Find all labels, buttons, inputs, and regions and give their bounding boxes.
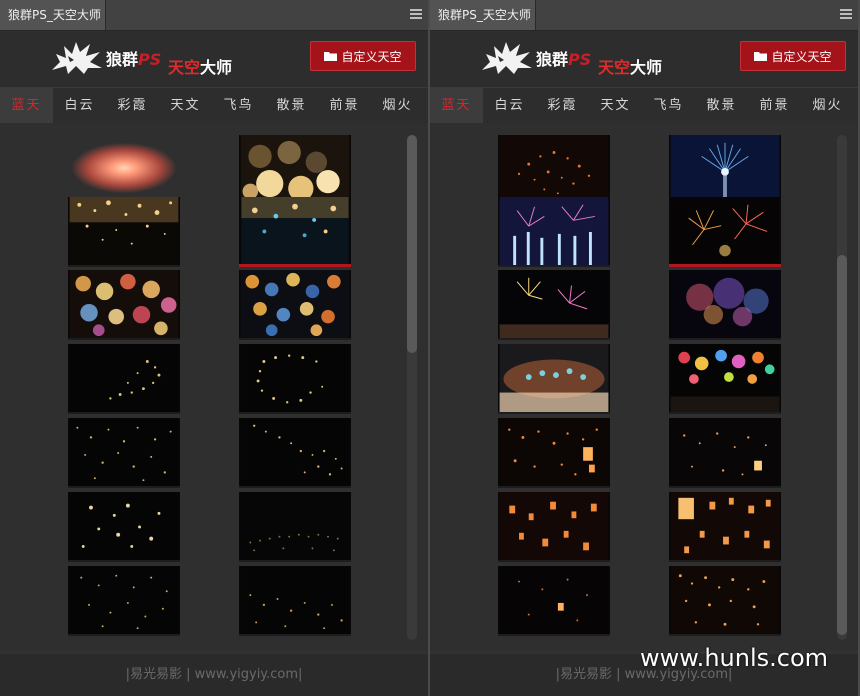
left-panel: 狼群PS_天空大师 狼群PS 天空大师 自定义天空 蓝天 白云 彩霞 天文 飞鸟…: [0, 0, 428, 696]
scrollbar[interactable]: [837, 135, 847, 640]
thumbnail[interactable]: [669, 270, 781, 340]
footer-credit: |易光易影 | www.yigyiy.com|: [0, 654, 428, 696]
thumbnail[interactable]: [669, 135, 781, 205]
thumbnail[interactable]: [498, 566, 610, 636]
brand-bar: 狼群PS 天空大师 自定义天空: [430, 31, 858, 87]
thumbnail[interactable]: [68, 418, 180, 488]
panel-menu-icon[interactable]: [410, 9, 422, 21]
thumbnail[interactable]: [239, 418, 351, 488]
thumbnail[interactable]: [498, 270, 610, 340]
thumbnail[interactable]: [239, 492, 351, 562]
right-panel: 狼群PS_天空大师 狼群PS 天空大师 自定义天空 蓝天 白云 彩霞 天文 飞鸟…: [430, 0, 858, 696]
panel-menu-icon[interactable]: [840, 9, 852, 21]
panel-tab[interactable]: 狼群PS_天空大师: [0, 0, 106, 30]
tab-rosy-cloud[interactable]: 彩霞: [536, 88, 589, 124]
tab-blue-sky[interactable]: 蓝天: [430, 88, 483, 124]
tab-astronomy[interactable]: 天文: [159, 88, 212, 124]
tab-birds[interactable]: 飞鸟: [642, 88, 695, 124]
scrollbar-thumb[interactable]: [407, 135, 417, 353]
custom-sky-label: 自定义天空: [771, 49, 832, 64]
thumbnail[interactable]: [669, 566, 781, 636]
thumbnail[interactable]: [498, 418, 610, 488]
thumbnail[interactable]: [68, 197, 180, 267]
thumbnail[interactable]: [498, 135, 610, 205]
logo-name: 狼群PS: [536, 50, 592, 69]
folder-icon: [754, 52, 768, 61]
thumbnail[interactable]: [68, 492, 180, 562]
scrollbar[interactable]: [407, 135, 417, 640]
tab-foreground[interactable]: 前景: [318, 88, 371, 124]
logo-subtitle: 天空大师: [168, 58, 233, 77]
thumbnail-grid: [0, 123, 428, 651]
app: 狼群PS_天空大师 狼群PS 天空大师 自定义天空 蓝天 白云 彩霞 天文 飞鸟…: [0, 0, 860, 696]
tab-blue-sky[interactable]: 蓝天: [0, 88, 53, 124]
thumbnail[interactable]: [68, 270, 180, 340]
panel-header: 狼群PS_天空大师: [430, 0, 858, 31]
thumbnail[interactable]: [68, 344, 180, 414]
tab-white-cloud[interactable]: 白云: [483, 88, 536, 124]
thumbnail[interactable]: [498, 492, 610, 562]
tab-fireworks[interactable]: 烟火: [371, 88, 424, 124]
thumbnail[interactable]: [239, 135, 351, 205]
wolf-logo-icon: [482, 42, 532, 74]
wolf-logo-icon: [52, 42, 102, 74]
tab-bokeh[interactable]: 散景: [265, 88, 318, 124]
thumbnail[interactable]: [239, 344, 351, 414]
thumbnail-grid: [430, 123, 858, 651]
tab-bokeh[interactable]: 散景: [695, 88, 748, 124]
custom-sky-label: 自定义天空: [341, 49, 402, 64]
tab-fireworks[interactable]: 烟火: [801, 88, 854, 124]
thumbnail[interactable]: [239, 566, 351, 636]
thumbnail[interactable]: [68, 566, 180, 636]
panel-tab[interactable]: 狼群PS_天空大师: [430, 0, 536, 30]
thumbnail[interactable]: [498, 197, 610, 267]
tab-rosy-cloud[interactable]: 彩霞: [106, 88, 159, 124]
folder-icon: [324, 52, 338, 61]
category-tabs: 蓝天 白云 彩霞 天文 飞鸟 散景 前景 烟火: [430, 87, 858, 124]
scrollbar-thumb[interactable]: [837, 255, 847, 635]
brand-bar: 狼群PS 天空大师 自定义天空: [0, 31, 428, 87]
thumbnail[interactable]: [239, 270, 351, 340]
category-tabs: 蓝天 白云 彩霞 天文 飞鸟 散景 前景 烟火: [0, 87, 428, 124]
custom-sky-button[interactable]: 自定义天空: [740, 41, 846, 71]
tab-birds[interactable]: 飞鸟: [212, 88, 265, 124]
thumbnail[interactable]: [68, 135, 180, 205]
thumbnail[interactable]: [669, 418, 781, 488]
thumbnail[interactable]: [669, 492, 781, 562]
tab-astronomy[interactable]: 天文: [589, 88, 642, 124]
watermark-text: www.hunls.com: [640, 644, 829, 672]
custom-sky-button[interactable]: 自定义天空: [310, 41, 416, 71]
logo-subtitle: 天空大师: [598, 58, 663, 77]
thumbnail[interactable]: [669, 344, 781, 414]
thumbnail[interactable]: [498, 344, 610, 414]
logo-name: 狼群PS: [106, 50, 162, 69]
thumbnail-selected[interactable]: [669, 197, 781, 267]
tab-foreground[interactable]: 前景: [748, 88, 801, 124]
tab-white-cloud[interactable]: 白云: [53, 88, 106, 124]
thumbnail-selected[interactable]: [239, 197, 351, 267]
panel-header: 狼群PS_天空大师: [0, 0, 428, 31]
